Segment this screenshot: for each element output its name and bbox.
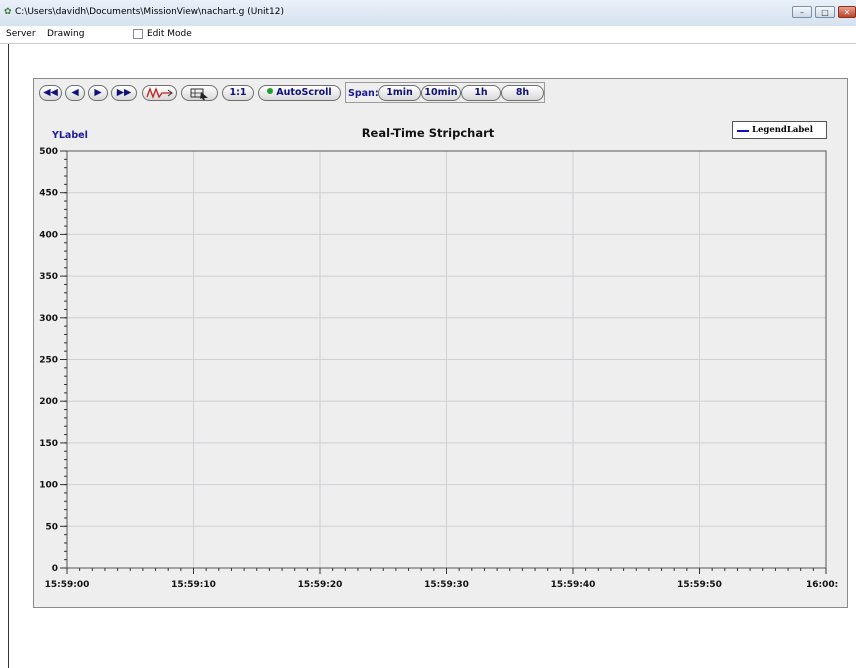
step-back-button[interactable]: ◀ [65, 85, 85, 101]
window-title: C:\Users\davidh\Documents\MissionView\na… [15, 7, 285, 17]
autoscroll-button[interactable]: AutoScroll [258, 85, 341, 101]
zoom-region-icon[interactable] [181, 85, 218, 101]
stripchart-panel [33, 78, 848, 608]
waveform-icon[interactable] [142, 85, 177, 101]
legend-series-label: LegendLabel [752, 125, 813, 135]
span-10min-button[interactable]: 10min [421, 85, 461, 101]
menu-server[interactable]: Server [6, 29, 36, 40]
edit-mode-checkbox[interactable] [133, 29, 143, 39]
span-1min-button[interactable]: 1min [378, 85, 421, 101]
one-to-one-button[interactable]: 1:1 [222, 85, 254, 101]
minimize-button[interactable]: – [792, 6, 812, 18]
fast-forward-button[interactable]: ▶▶ [111, 85, 137, 101]
rewind-button[interactable]: ◀◀ [39, 85, 62, 101]
menu-bar: Server Drawing Edit Mode [0, 26, 856, 44]
y-axis-label: YLabel [52, 130, 88, 141]
span-label: Span: [348, 88, 379, 99]
span-8h-button[interactable]: 8h [501, 85, 544, 101]
maximize-button[interactable]: □ [815, 6, 835, 18]
span-1h-button[interactable]: 1h [461, 85, 501, 101]
autoscroll-indicator-icon [267, 88, 274, 94]
menu-drawing[interactable]: Drawing [47, 29, 84, 40]
legend-series-swatch [737, 130, 749, 132]
waveform-glyph [146, 87, 173, 99]
play-button[interactable]: ▶ [88, 85, 108, 101]
autoscroll-label: AutoScroll [276, 87, 332, 98]
close-button[interactable]: ✕ [838, 6, 856, 18]
app-icon: ✿ [4, 7, 12, 17]
edit-mode-label: Edit Mode [147, 29, 192, 39]
title-bar: ✿ C:\Users\davidh\Documents\MissionView\… [0, 0, 856, 27]
chart-title: Real-Time Stripchart [361, 126, 495, 140]
zoom-region-glyph [190, 88, 208, 100]
chart-legend: LegendLabel [732, 121, 827, 139]
